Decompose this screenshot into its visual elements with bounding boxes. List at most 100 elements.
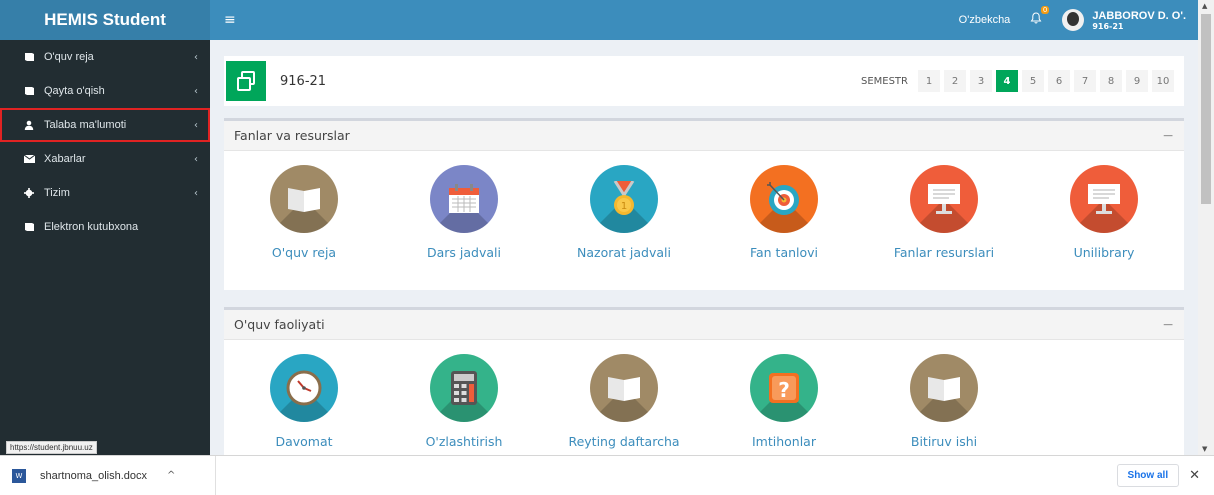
tile-imtihonlar[interactable]: ? Imtihonlar: [704, 354, 864, 449]
sidebar-item-label: Xabarlar: [44, 153, 86, 165]
open-book-icon: [270, 165, 338, 233]
sidebar-item-talaba-malumoti[interactable]: Talaba ma'lumoti ‹: [0, 108, 210, 142]
book-icon: [22, 222, 36, 232]
scroll-down-icon[interactable]: ▼: [1202, 445, 1207, 453]
tile-oquv-reja[interactable]: O'quv reja: [224, 165, 384, 260]
tile-fan-tanlovi[interactable]: Fan tanlovi: [704, 165, 864, 260]
tile-label: Imtihonlar: [751, 434, 816, 449]
notification-badge: 0: [1040, 6, 1050, 14]
copy-icon: [226, 61, 266, 101]
user-info: JABBOROV D. O'. 916-21: [1092, 10, 1186, 31]
download-file-name: shartnoma_olish.docx: [40, 469, 148, 482]
chevron-left-icon: ‹: [194, 119, 198, 131]
status-url: https://student.jbnuu.uz: [6, 441, 97, 454]
tile-fanlar-resurslari[interactable]: Fanlar resurslari: [864, 165, 1024, 260]
tile-label: Fan tanlovi: [749, 245, 819, 260]
brand-logo[interactable]: HEMIS Student: [0, 0, 210, 40]
show-all-button[interactable]: Show all: [1116, 464, 1180, 487]
tile-label: O'quv reja: [271, 245, 337, 260]
chevron-left-icon: ‹: [194, 85, 198, 97]
sidebar-item-qayta-oqish[interactable]: Qayta o'qish ‹: [0, 74, 210, 108]
tile-ozlashtirish[interactable]: O'zlashtirish: [384, 354, 544, 449]
tile-dars-jadvali[interactable]: Dars jadvali: [384, 165, 544, 260]
tile-label: Reyting daftarcha: [568, 434, 680, 449]
collapse-icon[interactable]: −: [1162, 128, 1174, 144]
sidebar-item-label: O'quv reja: [44, 51, 94, 63]
panel-title: Fanlar va resurslar: [234, 128, 350, 143]
chevron-left-icon: ‹: [194, 51, 198, 63]
tile-reyting-daftarcha[interactable]: Reyting daftarcha: [544, 354, 704, 449]
page-scrollbar[interactable]: ▲ ▼: [1198, 0, 1214, 455]
tile-label: Nazorat jadvali: [577, 245, 671, 260]
presentation-board-icon: [1070, 165, 1138, 233]
clock-icon: [270, 354, 338, 422]
tile-davomat[interactable]: Davomat: [224, 354, 384, 449]
sidebar-item-label: Qayta o'qish: [44, 85, 105, 97]
collapse-icon[interactable]: −: [1162, 317, 1174, 333]
presentation-board-icon: [910, 165, 978, 233]
book-icon: [22, 86, 36, 96]
semester-bar: 916-21 SEMESTR 1 2 3 4 5 6 7 8 9 10: [224, 56, 1184, 106]
close-icon[interactable]: ✕: [1189, 468, 1200, 483]
scrollbar-thumb[interactable]: [1201, 14, 1211, 204]
scroll-up-icon[interactable]: ▲: [1202, 2, 1207, 10]
user-icon: [22, 120, 36, 130]
sidebar-item-tizim[interactable]: Tizim ‹: [0, 176, 210, 210]
sidebar-item-oquv-reja[interactable]: O'quv reja ‹: [0, 40, 210, 74]
hamburger-menu-icon[interactable]: ≡: [224, 12, 236, 28]
download-bar: W shartnoma_olish.docx ^ Show all ✕: [0, 455, 1214, 495]
calculator-icon: [430, 354, 498, 422]
language-selector[interactable]: O'zbekcha: [959, 14, 1011, 26]
panel-oquv-faoliyati: O'quv faoliyati − Davomat O'zlashtirish: [224, 307, 1184, 455]
notification-bell-icon[interactable]: 0: [1030, 6, 1050, 28]
semester-button-2[interactable]: 2: [944, 70, 966, 92]
panel-fanlar-va-resurslar: Fanlar va resurslar − O'quv reja Dars ja…: [224, 118, 1184, 290]
topbar: ≡ O'zbekcha 0 JABBOROV D. O'. 916-21: [210, 0, 1198, 40]
semester-button-9[interactable]: 9: [1126, 70, 1148, 92]
sidebar-item-label: Elektron kutubxona: [44, 221, 139, 233]
group-label: 916-21: [280, 73, 327, 89]
semester-button-3[interactable]: 3: [970, 70, 992, 92]
semester-button-1[interactable]: 1: [918, 70, 940, 92]
chevron-left-icon: ‹: [194, 187, 198, 199]
main-content: 916-21 SEMESTR 1 2 3 4 5 6 7 8 9 10 Fanl…: [210, 40, 1198, 455]
panel-header: Fanlar va resurslar −: [224, 121, 1184, 151]
calendar-icon: [430, 165, 498, 233]
book-icon: [22, 52, 36, 62]
open-book-icon: [910, 354, 978, 422]
download-item[interactable]: W shartnoma_olish.docx ^: [0, 455, 216, 495]
envelope-icon: [22, 155, 36, 163]
tile-label: Davomat: [275, 434, 333, 449]
semester-button-7[interactable]: 7: [1074, 70, 1096, 92]
chevron-up-icon[interactable]: ^: [167, 470, 175, 481]
semester-button-10[interactable]: 10: [1152, 70, 1174, 92]
sidebar-item-label: Tizim: [44, 187, 70, 199]
semester-button-5[interactable]: 5: [1022, 70, 1044, 92]
word-file-icon: W: [12, 468, 26, 483]
tile-label: Bitiruv ishi: [910, 434, 978, 449]
tile-label: Unilibrary: [1073, 245, 1135, 260]
sidebar-item-xabarlar[interactable]: Xabarlar ‹: [0, 142, 210, 176]
svg-text:?: ?: [778, 378, 790, 402]
gear-icon: [22, 188, 36, 198]
tile-nazorat-jadvali[interactable]: 1 Nazorat jadvali: [544, 165, 704, 260]
user-group: 916-21: [1092, 21, 1124, 31]
sidebar-item-elektron-kutubxona[interactable]: Elektron kutubxona: [0, 210, 210, 244]
sidebar-item-label: Talaba ma'lumoti: [44, 119, 127, 131]
open-book-icon: [590, 354, 658, 422]
sidebar-menu: O'quv reja ‹ Qayta o'qish ‹ Talaba ma'lu…: [0, 40, 210, 244]
panel-title: O'quv faoliyati: [234, 317, 325, 332]
semester-button-6[interactable]: 6: [1048, 70, 1070, 92]
tile-unilibrary[interactable]: Unilibrary: [1024, 165, 1184, 260]
tile-label: Dars jadvali: [427, 245, 501, 260]
semester-label: SEMESTR: [860, 75, 908, 87]
panel-header: O'quv faoliyati −: [224, 310, 1184, 340]
panel-body: O'quv reja Dars jadvali 1 Nazorat jadval…: [224, 151, 1184, 260]
semester-selector: SEMESTR 1 2 3 4 5 6 7 8 9 10: [861, 70, 1174, 92]
semester-button-4[interactable]: 4: [996, 70, 1018, 92]
semester-button-8[interactable]: 8: [1100, 70, 1122, 92]
tile-bitiruv-ishi[interactable]: Bitiruv ishi: [864, 354, 1024, 449]
topbar-right: O'zbekcha 0 JABBOROV D. O'. 916-21: [959, 0, 1198, 40]
user-menu[interactable]: JABBOROV D. O'. 916-21: [1062, 9, 1186, 31]
sidebar: HEMIS Student O'quv reja ‹ Qayta o'qish …: [0, 0, 210, 455]
